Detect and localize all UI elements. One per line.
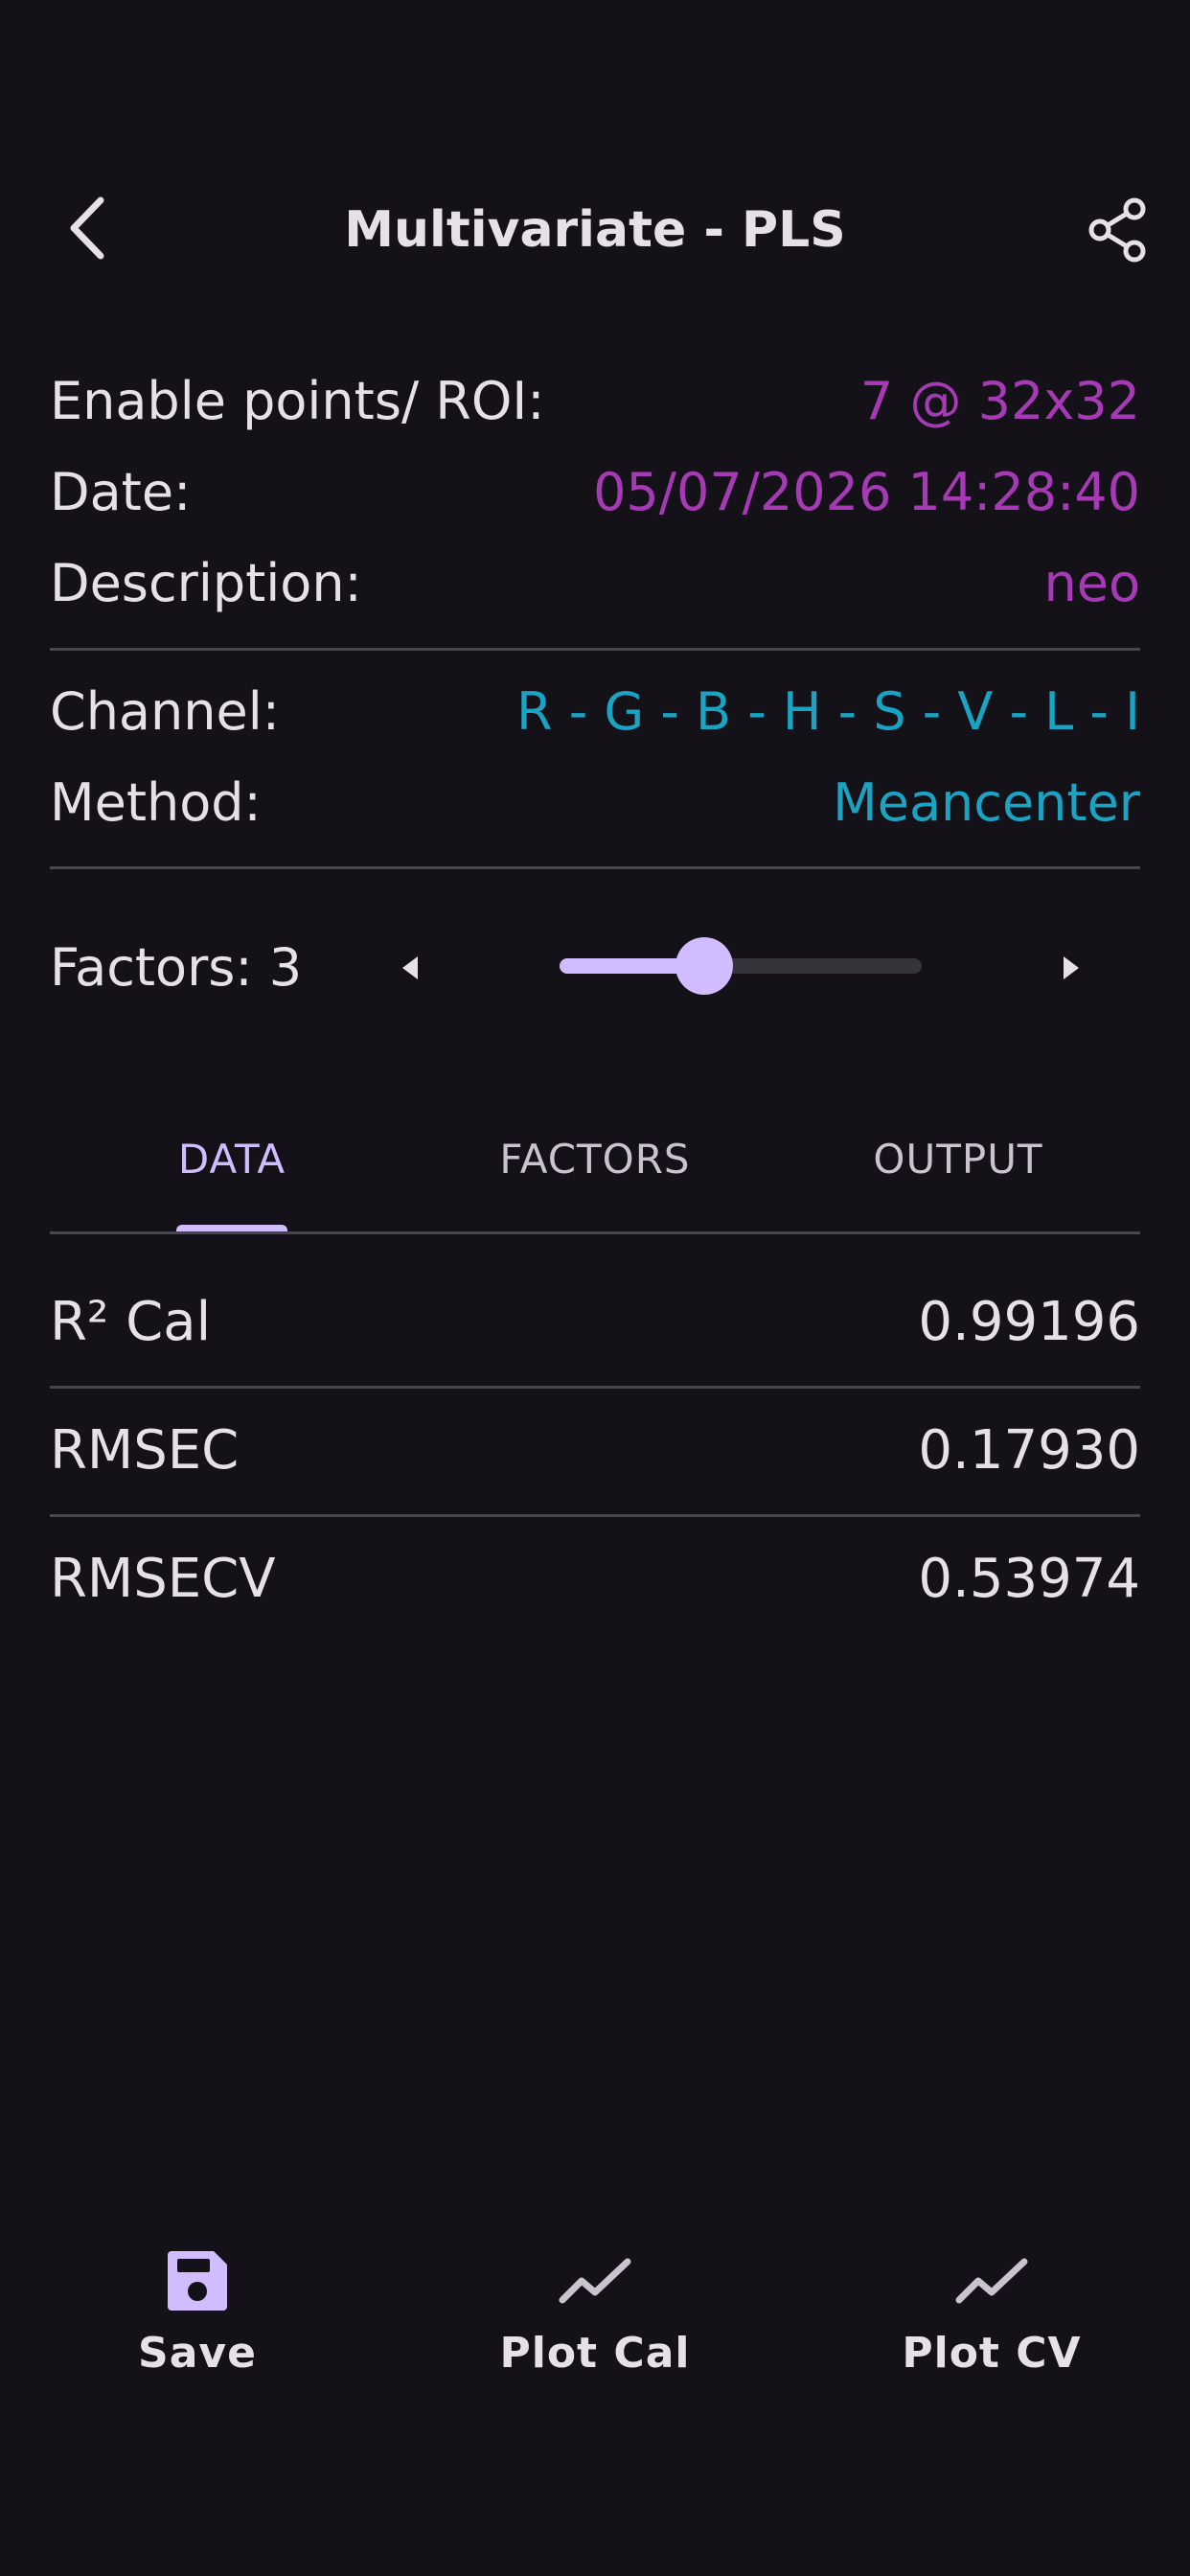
metric-label: RMSEC [50,1418,240,1482]
description-row: Description: neo [50,550,1140,617]
divider [50,648,1140,651]
metric-value: 0.17930 [918,1418,1140,1482]
description-value: neo [1043,553,1141,613]
enable-points-label: Enable points/ ROI: [50,371,545,431]
metric-row-rmsec: RMSEC 0.17930 [50,1388,1140,1512]
save-label: Save [138,2329,257,2378]
method-value: Meancenter [833,772,1140,833]
enable-points-row: Enable points/ ROI: 7 @ 32x32 [50,368,1140,435]
method-label: Method: [50,772,262,833]
line-chart-icon [557,2242,633,2319]
floppy-disk-icon [159,2242,236,2319]
metric-row-rmsecv: RMSECV 0.53974 [50,1516,1140,1641]
chevron-left-icon [70,196,104,260]
enable-points-value: 7 @ 32x32 [859,371,1140,431]
factors-label: Factors: 3 [50,937,303,998]
share-button[interactable] [1079,192,1156,268]
channel-row: Channel: R - G - B - H - S - V - L - I [50,678,1140,746]
tab-data[interactable]: DATA [50,1121,414,1198]
plot-cv-button[interactable]: Plot CV [848,2242,1135,2396]
date-value: 05/07/2026 14:28:40 [593,462,1140,522]
channel-label: Channel: [50,681,280,742]
tabs-divider [50,1231,1140,1234]
caret-left-icon [402,956,418,979]
metric-label: R² Cal [50,1290,212,1353]
date-row: Date: 05/07/2026 14:28:40 [50,459,1140,526]
page-title: Multivariate - PLS [344,201,846,259]
plot-cv-label: Plot CV [902,2329,1082,2378]
slider-thumb[interactable] [675,937,734,995]
line-chart-icon [953,2242,1030,2319]
increase-factors-button[interactable] [1050,949,1088,987]
metric-row-r2-cal: R² Cal 0.99196 [50,1259,1140,1384]
metric-value: 0.53974 [918,1547,1140,1610]
share-icon [1088,197,1146,263]
tab-factors[interactable]: FACTORS [414,1121,776,1198]
decrease-factors-button[interactable] [393,949,431,987]
metric-label: RMSECV [50,1547,276,1610]
divider [50,866,1140,869]
description-label: Description: [50,553,362,613]
factors-slider[interactable] [560,958,922,974]
channel-value: R - G - B - H - S - V - L - I [516,681,1140,742]
metric-value: 0.99196 [918,1290,1140,1353]
back-button[interactable] [50,188,126,268]
save-button[interactable]: Save [54,2242,341,2396]
date-label: Date: [50,462,192,522]
caret-right-icon [1064,956,1079,979]
tab-output[interactable]: OUTPUT [776,1121,1140,1198]
plot-cal-button[interactable]: Plot Cal [451,2242,739,2396]
method-row: Method: Meancenter [50,770,1140,837]
plot-cal-label: Plot Cal [499,2329,691,2378]
